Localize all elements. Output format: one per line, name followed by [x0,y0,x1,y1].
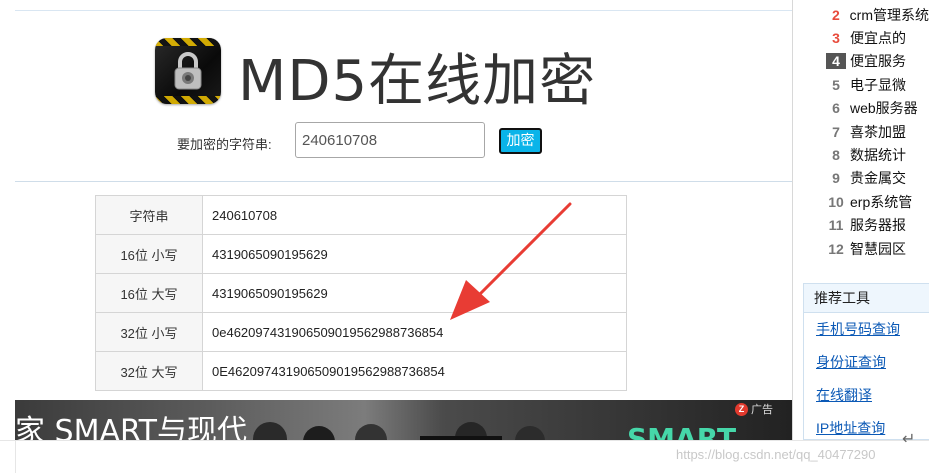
row-label: 32位 小写 [95,312,203,352]
rank-number: 8 [832,147,840,164]
rank-number: 6 [832,100,840,117]
ad-headline: 家 SMART与现代 [15,414,247,440]
divider [15,181,792,182]
ad-brand: SMART [627,422,737,440]
tool-link-translate[interactable]: 在线翻译 [816,379,929,412]
tool-link-id-card[interactable]: 身份证查询 [816,346,929,379]
list-item[interactable]: 7 喜茶加盟 [826,120,929,143]
list-item[interactable]: 6 web服务器 [826,97,929,120]
ad-banner[interactable]: 家 SMART与现代 SMART Z 广告 [15,400,792,440]
ad-label: 广告 [751,404,773,416]
rank-number: 12 [828,240,844,257]
rank-number: 7 [832,123,840,140]
padlock-icon [174,52,202,90]
row-value: 0E462097431906509019562988736854 [202,351,627,391]
rank-number: 5 [832,76,840,93]
ad-mark: Z 广告 [735,400,792,418]
rank-text: 便宜服务 [850,53,906,70]
rank-number: 11 [828,217,844,234]
list-item[interactable]: 2 crm管理系统 [826,3,929,26]
rank-text: 喜茶加盟 [850,123,906,140]
rank-text: 智慧园区 [850,240,906,257]
row-label: 16位 大写 [95,273,203,313]
list-item[interactable]: 10 erp系统管 [826,190,929,213]
row-label: 字符串 [95,195,203,235]
rank-number: 4 [826,53,846,70]
page-title: MD5在线加密 [238,49,597,114]
rank-text: 贵金属交 [850,170,906,187]
list-item[interactable]: 12 智慧园区 [826,237,929,260]
lock-logo-icon [155,38,221,104]
row-label: 16位 小写 [95,234,203,274]
ad-person [355,424,387,440]
left-margin [0,0,15,440]
bottom-bar: https://blog.csdn.net/qq_40477290 ↵ [0,431,929,473]
rank-text: 数据统计 [850,147,906,164]
top-border [15,0,792,11]
return-icon: ↵ [902,431,916,448]
bottom-divider [15,441,16,473]
rank-text: 便宜点的 [850,30,906,47]
sidebar-divider [792,0,793,440]
list-item[interactable]: 5 电子显微 [826,73,929,96]
red-arrow-annotation [450,202,572,320]
list-item[interactable]: 11 服务器报 [826,214,929,237]
string-input[interactable] [295,122,485,158]
ad-logo-icon: Z [735,402,748,416]
rank-number: 9 [832,170,840,187]
list-item[interactable]: 9 贵金属交 [826,167,929,190]
ad-person [303,426,335,440]
rank-text: 服务器报 [850,217,906,234]
ad-person [253,422,287,440]
table-row: 32位 大写 0E462097431906509019562988736854 [95,351,627,391]
watermark: https://blog.csdn.net/qq_40477290 [676,447,876,462]
rank-text: crm管理系统 [849,6,929,23]
ad-person [515,426,545,440]
rank-number: 2 [831,6,840,23]
list-item[interactable]: 3 便宜点的 [826,26,929,49]
hot-ranking-list: 2 crm管理系统 3 便宜点的 4 便宜服务 5 电子显微 6 web服务器 … [826,3,929,260]
rank-text: 电子显微 [850,76,906,93]
encrypt-button[interactable]: 加密 [499,128,542,154]
row-label: 32位 大写 [95,351,203,391]
recommended-tools: 推荐工具 手机号码查询 身份证查询 在线翻译 IP地址查询 [803,283,929,440]
rank-number: 10 [828,193,844,210]
list-item[interactable]: 4 便宜服务 [826,50,929,73]
rank-text: web服务器 [850,100,918,117]
input-label: 要加密的字符串: [177,137,272,152]
tool-link-phone[interactable]: 手机号码查询 [816,313,929,346]
rank-number: 3 [832,30,840,47]
tools-header: 推荐工具 [804,284,929,313]
rank-text: erp系统管 [850,193,913,210]
list-item[interactable]: 8 数据统计 [826,143,929,166]
